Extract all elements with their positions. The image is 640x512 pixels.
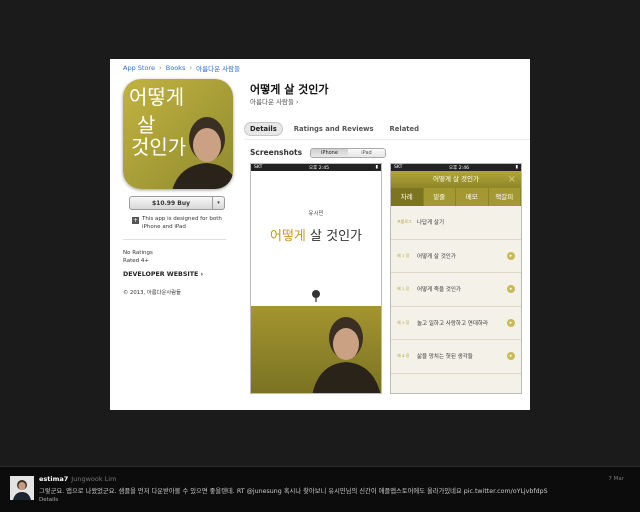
book-cover: 유시민 어떻게 살 것인가 xyxy=(251,171,381,306)
author-portrait-icon xyxy=(172,117,233,189)
ratings-text: No Ratings xyxy=(123,250,153,256)
time-label: 오후 2:45 xyxy=(308,165,330,171)
screenshots-heading: Screenshots xyxy=(250,148,303,157)
contents-segments: 차례 밑줄 메모 책갈피 xyxy=(391,188,521,206)
tweet-message: 그렇군요. 앱으로 나왔었군요. 샘플을 먼저 다운받아볼 수 있으면 좋을텐데… xyxy=(39,488,548,495)
chevron-down-icon[interactable]: ▾ xyxy=(212,197,224,209)
carrier-label: SKT xyxy=(254,165,263,170)
age-rating: Rated 4+ xyxy=(123,258,149,265)
detail-tabs: Details Ratings and Reviews Related xyxy=(244,122,424,136)
plus-icon: + xyxy=(132,217,139,224)
list-item[interactable]: 제 1 장 어떻게 살 것인가 ▸ xyxy=(391,240,521,273)
close-icon[interactable]: × xyxy=(508,171,516,188)
battery-icon: ▮ xyxy=(375,165,378,170)
app-store-panel: App Store › Books › 아름다운 사람들 어떻게 살 것인가 $… xyxy=(110,59,530,410)
buy-button-label: $10.99 Buy xyxy=(152,199,190,207)
ratings-info: No Ratings Rated 4+ xyxy=(123,249,153,266)
app-icon: 어떻게 살 것인가 xyxy=(123,79,233,189)
play-icon: ▸ xyxy=(507,251,515,260)
book-author: 유시민 xyxy=(308,211,324,217)
app-sidebar: 어떻게 살 것인가 $10.99 Buy ▾ + This app is des… xyxy=(110,59,240,410)
list-item[interactable]: 제 2 장 어떻게 죽을 것인가 ▸ xyxy=(391,273,521,307)
device-iphone-button[interactable]: iPhone xyxy=(311,149,348,157)
device-ipad-button[interactable]: iPad xyxy=(348,149,385,157)
screenshot-2[interactable]: SKT 오후 2:46 ▮ 어떻게 살 것인가 × 차례 밑줄 메모 책갈피 프… xyxy=(390,163,522,394)
tweet-details-link[interactable]: Details xyxy=(39,497,58,503)
developer-link[interactable]: 아름다운 사람들 › xyxy=(250,96,299,106)
tab-divider xyxy=(244,139,530,140)
segment-bookmarks[interactable]: 책갈피 xyxy=(489,188,521,206)
battery-icon: ▮ xyxy=(515,165,518,170)
book-menu-area: 읽기 목차 정보 xyxy=(251,306,381,393)
segment-notes[interactable]: 메모 xyxy=(456,188,489,206)
play-icon: ▸ xyxy=(507,285,515,294)
tab-details[interactable]: Details xyxy=(244,122,283,136)
contents-header: 어떻게 살 것인가 × xyxy=(391,171,521,188)
divider xyxy=(123,239,226,240)
ipad-note: + This app is designed for both iPhone a… xyxy=(132,216,227,231)
device-toggle: iPhone iPad xyxy=(310,148,386,158)
list-item[interactable]: 제 3 장 놀고 일하고 사랑하고 연대하라 ▸ xyxy=(391,307,521,340)
buy-button[interactable]: $10.99 Buy ▾ xyxy=(129,196,225,210)
tree-logo-icon xyxy=(312,290,320,302)
status-bar: SKT 오후 2:46 ▮ xyxy=(391,164,521,171)
book-title: 어떻게 살 것인가 xyxy=(270,229,362,244)
status-bar: SKT 오후 2:45 ▮ xyxy=(251,164,381,171)
developer-website-link[interactable]: DEVELOPER WEBSITE › xyxy=(123,271,203,278)
app-icon-text-1: 어떻게 xyxy=(129,85,185,109)
tab-related[interactable]: Related xyxy=(385,123,424,135)
segment-contents[interactable]: 차례 xyxy=(391,188,424,206)
ipad-note-text: This app is designed for both iPhone and… xyxy=(142,216,222,230)
copyright: © 2013, 아름다운사람들 xyxy=(123,290,181,296)
time-label: 오후 2:46 xyxy=(448,165,470,171)
tab-ratings-and-reviews[interactable]: Ratings and Reviews xyxy=(289,123,379,135)
avatar[interactable] xyxy=(10,476,34,500)
app-title: 어떻게 살 것인가 xyxy=(250,83,329,96)
segment-highlights[interactable]: 밑줄 xyxy=(424,188,456,206)
user-avatar-icon xyxy=(10,476,34,500)
contents-header-title: 어떻게 살 것인가 xyxy=(433,175,479,183)
screenshot-1[interactable]: SKT 오후 2:45 ▮ 유시민 어떻게 살 것인가 읽기 목차 정보 xyxy=(250,163,382,394)
tweet-author[interactable]: estima7 Jungwook Lim xyxy=(39,475,116,483)
tweet-bar: estima7 Jungwook Lim 그렇군요. 앱으로 나왔었군요. 샘플을… xyxy=(0,466,640,512)
carrier-label: SKT xyxy=(394,165,403,170)
author-portrait-icon xyxy=(312,317,381,393)
list-item[interactable]: 제 4 장 삶을 망치는 헛된 생각들 ▸ xyxy=(391,340,521,374)
tweet-date: 7 Mar xyxy=(608,476,624,482)
play-icon: ▸ xyxy=(507,352,515,361)
play-icon: ▸ xyxy=(507,318,515,327)
list-item[interactable]: 프롤로그 나답게 살기 xyxy=(391,206,521,240)
